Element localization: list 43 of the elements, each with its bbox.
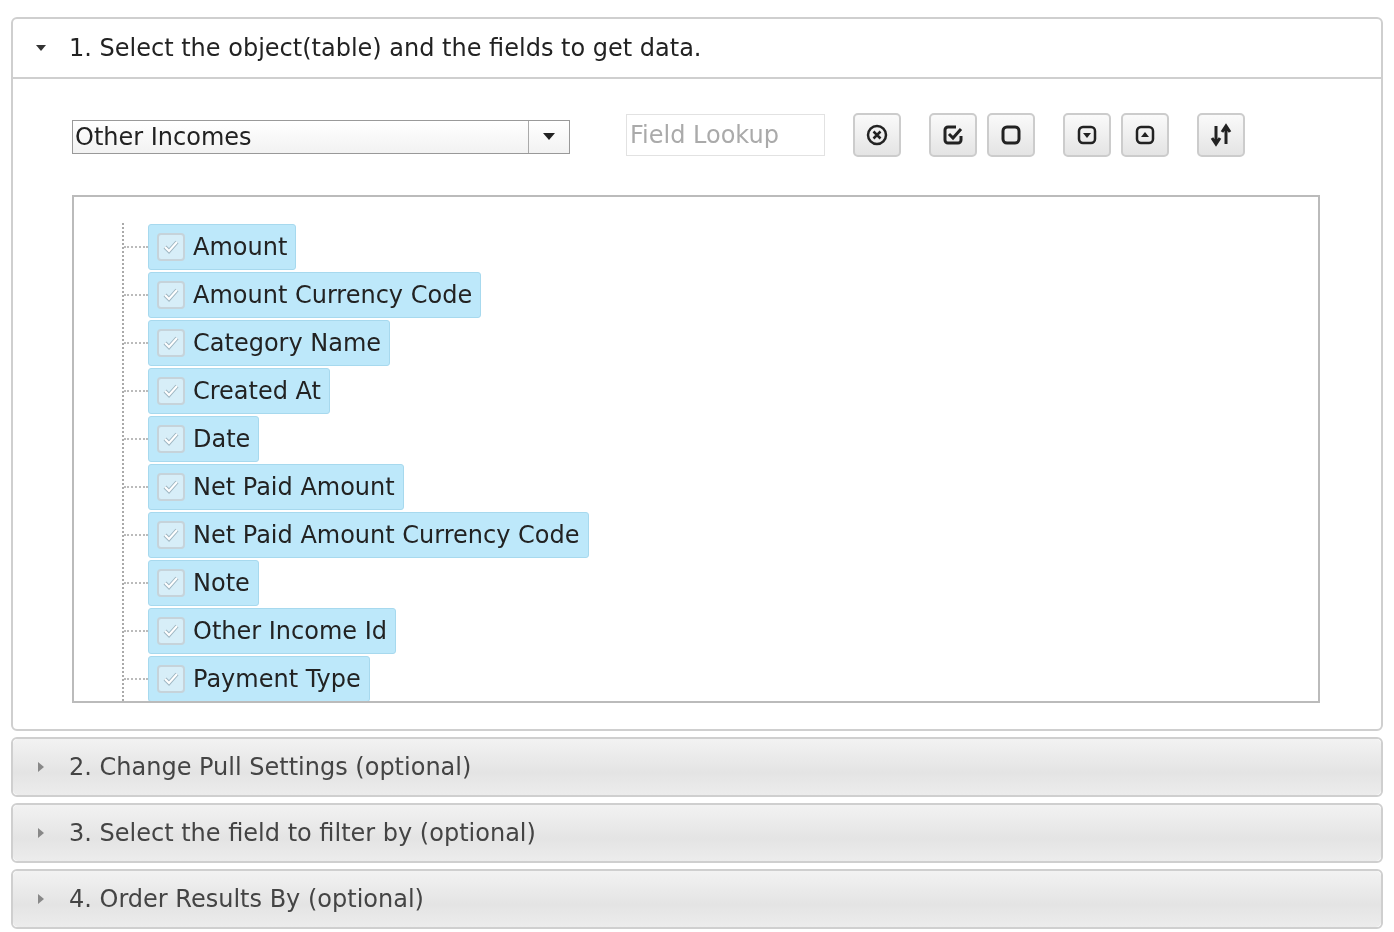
field-item[interactable]: Other Income Id: [148, 608, 397, 654]
field-lookup-input[interactable]: Field Lookup: [626, 114, 825, 156]
section-title: 2. Change Pull Settings (optional): [69, 753, 472, 781]
section-header[interactable]: 1. Select the object(table) and the fields to get data.: [13, 19, 1381, 79]
check-all-icon: [941, 123, 965, 147]
checkbox[interactable]: [157, 281, 185, 309]
uncheck-all-button[interactable]: [987, 113, 1035, 157]
field-item[interactable]: Amount Currency Code: [148, 272, 482, 318]
collapse-icon: [1133, 123, 1157, 147]
uncheck-all-icon: [999, 123, 1023, 147]
checkbox[interactable]: [157, 329, 185, 357]
check-all-button[interactable]: [929, 113, 977, 157]
checkbox[interactable]: [157, 569, 185, 597]
field-item[interactable]: Date: [148, 416, 260, 462]
field-item[interactable]: Net Paid Amount: [148, 464, 404, 510]
section-header[interactable]: 4. Order Results By (optional): [13, 871, 1381, 927]
field-item[interactable]: Amount: [148, 224, 297, 270]
section-header[interactable]: 2. Change Pull Settings (optional): [13, 739, 1381, 795]
field-item[interactable]: Net Paid Amount Currency Code: [148, 512, 589, 558]
field-item[interactable]: Category Name: [148, 320, 391, 366]
checkbox[interactable]: [157, 521, 185, 549]
sort-button[interactable]: [1197, 113, 1245, 157]
section-title: 1. Select the object(table) and the fields to get data.: [69, 34, 702, 62]
field-item[interactable]: Note: [148, 560, 259, 606]
checkbox[interactable]: [157, 617, 185, 645]
section-title: 4. Order Results By (optional): [69, 885, 424, 913]
checkbox[interactable]: [157, 473, 185, 501]
object-dropdown[interactable]: Other Incomes: [72, 120, 570, 154]
section-title: 3. Select the field to filter by (optional): [69, 819, 536, 847]
field-item[interactable]: Created At: [148, 368, 330, 414]
section-header[interactable]: 3. Select the field to filter by (optional): [13, 805, 1381, 861]
expand-icon: [1075, 123, 1099, 147]
caret-down-icon: [543, 133, 555, 141]
collapse-button[interactable]: [1121, 113, 1169, 157]
checkbox[interactable]: [157, 233, 185, 261]
field-item[interactable]: Payment Type: [148, 656, 370, 701]
clear-icon: [865, 123, 889, 147]
checkbox[interactable]: [157, 665, 185, 693]
clear-button[interactable]: [853, 113, 901, 157]
checkbox[interactable]: [157, 425, 185, 453]
expand-button[interactable]: [1063, 113, 1111, 157]
checkbox[interactable]: [157, 377, 185, 405]
sort-icon: [1209, 123, 1233, 147]
